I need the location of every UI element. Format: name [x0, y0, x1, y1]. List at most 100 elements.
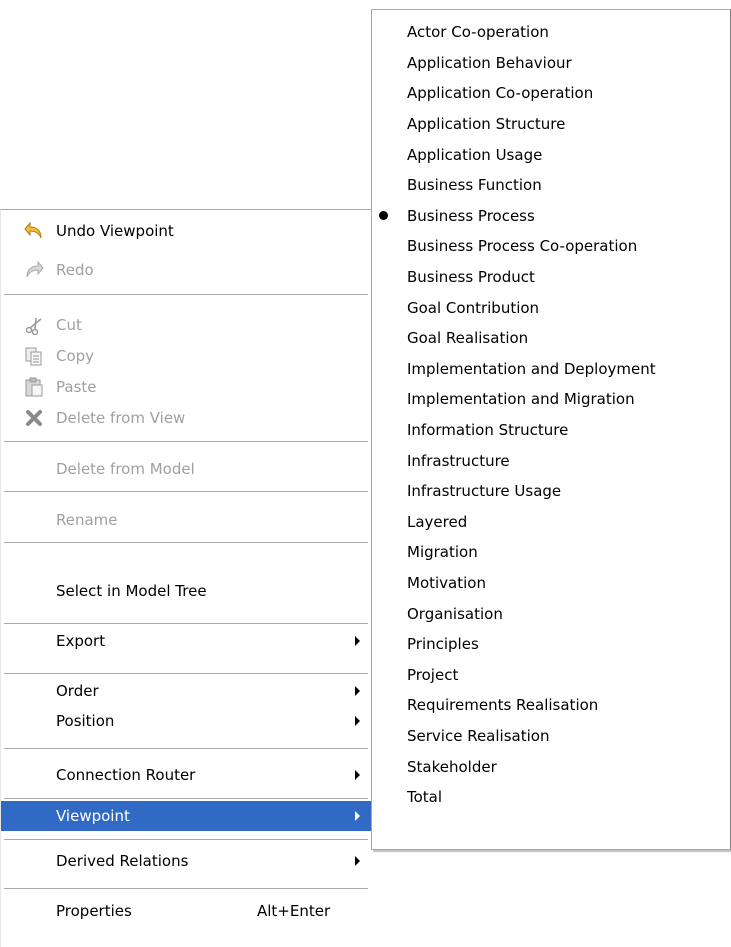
submenu-arrow-icon [355, 811, 360, 821]
viewpoint-item-label: Layered [407, 512, 468, 531]
viewpoint-item-label: Business Process Co-operation [407, 237, 638, 256]
viewpoint-item-label: Migration [407, 543, 478, 562]
menu-item-delete-from-view[interactable]: Delete from View [1, 403, 371, 433]
viewpoint-item[interactable]: Requirements Realisation [372, 690, 730, 721]
viewpoint-item[interactable]: Business Product [372, 262, 730, 293]
viewpoint-item-label: Stakeholder [407, 757, 497, 776]
menu-item-order[interactable]: Order [1, 676, 371, 706]
viewpoint-item[interactable]: Implementation and Migration [372, 384, 730, 415]
menu-item-properties[interactable]: Properties Alt+Enter [1, 896, 371, 926]
menu-item-rename[interactable]: Rename [1, 505, 371, 535]
separator [4, 623, 368, 625]
menu-item-label: Redo [56, 261, 94, 279]
viewpoint-item-label: Implementation and Deployment [407, 359, 656, 378]
red-x-delete-icon [24, 408, 44, 428]
viewpoint-item[interactable]: Actor Co-operation [372, 17, 730, 48]
menu-item-connection-router[interactable]: Connection Router [1, 760, 371, 790]
menu-item-derived-relations[interactable]: Derived Relations [1, 846, 371, 876]
viewpoint-item[interactable]: Application Behaviour [372, 48, 730, 79]
separator [4, 491, 368, 493]
scissors-icon [24, 315, 44, 335]
viewpoint-item-label: Infrastructure Usage [407, 482, 562, 501]
viewpoint-item[interactable]: Application Usage [372, 139, 730, 170]
viewpoint-item-label: Application Behaviour [407, 53, 572, 72]
viewpoint-item-label: Business Function [407, 176, 542, 195]
menu-item-label: Derived Relations [56, 852, 189, 870]
viewpoint-item[interactable]: Infrastructure Usage [372, 476, 730, 507]
viewpoint-item[interactable]: Total [372, 782, 730, 813]
viewpoint-item-label: Actor Co-operation [407, 23, 549, 42]
submenu-arrow-icon [355, 770, 360, 780]
submenu-arrow-icon [355, 686, 360, 696]
viewpoint-item-label: Total [407, 788, 443, 807]
separator [4, 748, 368, 750]
viewpoint-item[interactable]: Application Co-operation [372, 78, 730, 109]
viewpoint-item-label: Service Realisation [407, 727, 550, 746]
menu-item-label: Position [56, 712, 115, 730]
submenu-arrow-icon [355, 636, 360, 646]
separator [4, 542, 368, 544]
viewpoint-item-label: Goal Contribution [407, 298, 540, 317]
viewpoint-item-label: Project [407, 665, 459, 684]
viewpoint-item-label: Business Product [407, 268, 535, 287]
menu-item-label: Export [56, 632, 106, 650]
menu-item-position[interactable]: Position [1, 706, 371, 736]
separator [4, 798, 368, 800]
menu-item-viewpoint[interactable]: Viewpoint [1, 801, 371, 831]
menu-item-label: Properties [56, 902, 132, 920]
viewpoint-item-label: Implementation and Migration [407, 390, 635, 409]
shortcut-label: Alt+Enter [257, 902, 331, 920]
submenu-arrow-icon [355, 856, 360, 866]
menu-item-label: Order [56, 682, 99, 700]
viewpoint-item[interactable]: Principles [372, 629, 730, 660]
menu-item-label: Cut [56, 316, 82, 334]
separator [4, 294, 368, 296]
viewpoint-item[interactable]: Project [372, 660, 730, 691]
menu-item-label: Paste [56, 378, 97, 396]
menu-item-copy[interactable]: Copy [1, 341, 371, 371]
viewpoint-item[interactable]: Business Process Co-operation [372, 231, 730, 262]
undo-arrow-icon [24, 221, 44, 241]
radio-bullet-icon [379, 211, 388, 221]
viewpoint-item[interactable]: Implementation and Deployment [372, 354, 730, 385]
viewpoint-item[interactable]: Information Structure [372, 415, 730, 446]
viewpoint-item[interactable]: Application Structure [372, 109, 730, 140]
viewpoint-item-label: Application Structure [407, 115, 566, 134]
menu-item-export[interactable]: Export [1, 626, 371, 656]
menu-item-cut[interactable]: Cut [1, 310, 371, 340]
menu-item-delete-from-model[interactable]: Delete from Model [1, 454, 371, 484]
menu-item-label: Delete from View [56, 409, 186, 427]
submenu-arrow-icon [355, 716, 360, 726]
viewpoint-item[interactable]: Goal Realisation [372, 323, 730, 354]
copy-icon [24, 346, 44, 366]
separator [4, 441, 368, 443]
viewpoint-item-label: Goal Realisation [407, 329, 529, 348]
menu-item-paste[interactable]: Paste [1, 372, 371, 402]
viewpoint-item[interactable]: Business Process [372, 201, 730, 232]
viewpoint-item[interactable]: Organisation [372, 598, 730, 629]
menu-item-label: Delete from Model [56, 460, 195, 478]
menu-item-select-in-model-tree[interactable]: Select in Model Tree [1, 576, 371, 606]
viewpoint-item[interactable]: Motivation [372, 568, 730, 599]
viewpoint-item[interactable]: Migration [372, 537, 730, 568]
viewpoint-item[interactable]: Layered [372, 507, 730, 538]
viewpoint-item[interactable]: Service Realisation [372, 721, 730, 752]
viewpoint-item[interactable]: Infrastructure [372, 445, 730, 476]
menu-item-redo[interactable]: Redo [1, 255, 371, 285]
viewpoint-item-label: Information Structure [407, 421, 569, 440]
paste-clipboard-icon [24, 377, 44, 397]
viewpoint-item-label: Principles [407, 635, 479, 654]
viewpoint-item[interactable]: Stakeholder [372, 751, 730, 782]
menu-item-undo-viewpoint[interactable]: Undo Viewpoint [1, 216, 371, 246]
viewpoint-item-label: Organisation [407, 604, 503, 623]
viewpoint-item[interactable]: Business Function [372, 170, 730, 201]
viewpoint-item-label: Motivation [407, 574, 486, 593]
menu-item-label: Select in Model Tree [56, 582, 207, 600]
menu-item-label: Viewpoint [56, 807, 130, 825]
context-menu: Undo Viewpoint Redo Cut Copy Paste Delet… [0, 209, 371, 947]
viewpoint-item-label: Infrastructure [407, 451, 510, 470]
viewpoint-item[interactable]: Goal Contribution [372, 292, 730, 323]
viewpoint-item-label: Application Usage [407, 145, 543, 164]
menu-item-label: Rename [56, 511, 118, 529]
menu-item-label: Undo Viewpoint [56, 222, 174, 240]
